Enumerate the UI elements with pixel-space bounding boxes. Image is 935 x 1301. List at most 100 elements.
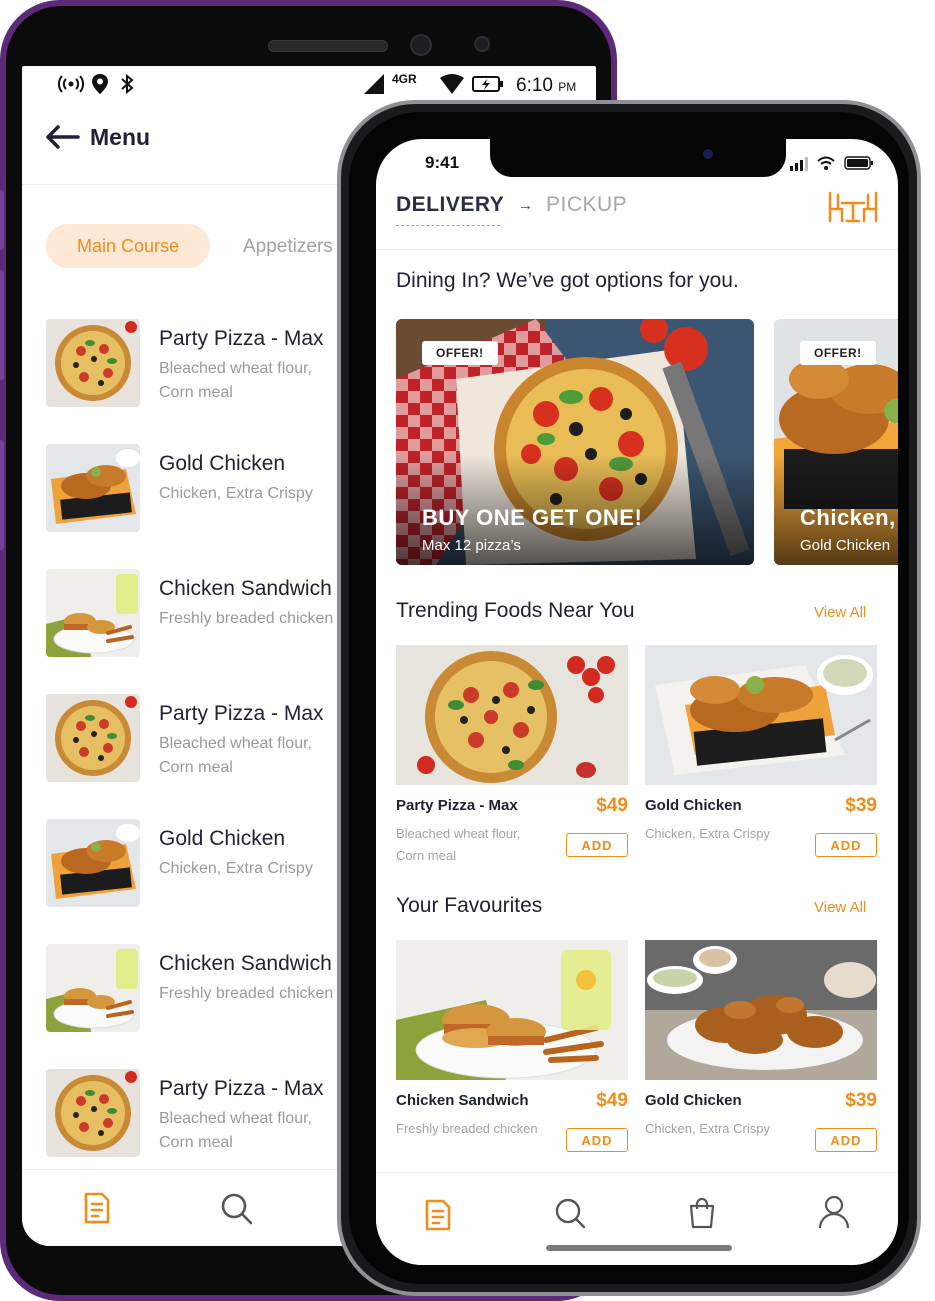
status-icons (790, 156, 873, 171)
food-name: Gold Chicken (645, 1092, 742, 1109)
item-name: Gold Chicken (159, 452, 286, 475)
add-button[interactable]: ADD (566, 1128, 628, 1152)
sensor (474, 36, 490, 52)
sandwich-thumbnail (46, 944, 140, 1032)
menu-icon[interactable] (424, 1199, 452, 1236)
food-price: $39 (845, 795, 877, 816)
bluetooth-icon (120, 73, 134, 99)
food-description: Chicken, Extra Crispy (645, 826, 770, 841)
add-button[interactable]: ADD (566, 833, 628, 857)
offer-card[interactable]: OFFER! Chicken, Gold Chicken (774, 319, 898, 565)
item-description: Freshly breaded chicken (159, 610, 334, 627)
offer-card[interactable]: OFFER! BUY ONE GET ONE! Max 12 pizza’s (396, 319, 754, 565)
signal-icon (364, 74, 386, 99)
network-type: 4GR (392, 72, 417, 86)
trending-title: Trending Foods Near You (396, 599, 635, 622)
sandwich-photo (396, 940, 628, 1080)
trending-view-all-link[interactable]: View All (814, 604, 866, 621)
add-button[interactable]: ADD (815, 833, 877, 857)
offer-subtitle: Gold Chicken (800, 537, 891, 554)
item-description: Chicken, Extra Crispy (159, 860, 313, 877)
food-price: $39 (845, 1090, 877, 1111)
item-name: Chicken Sandwich (159, 952, 332, 975)
tab-pickup[interactable]: PICKUP (546, 193, 627, 217)
battery-icon (472, 74, 504, 99)
bottom-nav (376, 1172, 898, 1265)
food-description: Bleached wheat flour, Corn meal (396, 826, 521, 863)
add-button[interactable]: ADD (815, 1128, 877, 1152)
food-card[interactable]: Party Pizza - Max $49 Bleached wheat flo… (396, 645, 628, 863)
favourites-title: Your Favourites (396, 894, 543, 917)
iphone-screen: 9:41 DELIVERY → PICKUP Dining In? We’ve … (376, 139, 898, 1265)
item-name: Party Pizza - Max (159, 702, 324, 725)
battery-icon (844, 156, 873, 170)
status-bar: 4GR 6:10 PM (22, 66, 596, 104)
bixby-button (0, 440, 4, 550)
back-arrow-icon[interactable] (44, 124, 80, 150)
dine-in-icon[interactable] (828, 191, 878, 225)
pizza-thumbnail (46, 319, 140, 407)
signal-icon (790, 157, 808, 171)
food-name: Party Pizza - Max (396, 797, 518, 814)
hotspot-icon (58, 74, 84, 99)
food-price: $49 (596, 1090, 628, 1111)
food-card[interactable]: Gold Chicken $39 Chicken, Extra Crispy A… (645, 940, 877, 1152)
page-title: Menu (90, 124, 151, 150)
food-card[interactable]: Gold Chicken $39 Chicken, Extra Crispy A… (645, 645, 877, 857)
offer-title: Chicken, (800, 505, 896, 530)
chicken-photo (645, 645, 877, 785)
clock: 9:41 (425, 153, 460, 172)
offer-subtitle: Max 12 pizza’s (422, 537, 521, 554)
pizza-photo (396, 645, 628, 785)
notch (490, 139, 786, 177)
item-description: Bleached wheat flour, Corn meal (159, 1110, 312, 1151)
iphone-device: 9:41 DELIVERY → PICKUP Dining In? We’ve … (337, 100, 921, 1296)
offer-badge: OFFER! (422, 341, 498, 365)
chip-main-course[interactable]: Main Course (46, 224, 210, 268)
bag-icon[interactable] (688, 1197, 716, 1234)
pizza-thumbnail (46, 694, 140, 782)
offer-badge: OFFER! (800, 341, 876, 365)
section-heading: Dining In? We’ve got options for you. (396, 269, 739, 292)
earpiece (268, 40, 388, 52)
food-card[interactable]: Chicken Sandwich $49 Freshly breaded chi… (396, 940, 628, 1152)
item-description: Bleached wheat flour, Corn meal (159, 735, 312, 776)
chip-appetizers[interactable]: Appetizers (243, 236, 333, 258)
food-name: Chicken Sandwich (396, 1092, 529, 1109)
item-name: Gold Chicken (159, 827, 286, 850)
pizza-thumbnail (46, 1069, 140, 1157)
item-name: Party Pizza - Max (159, 1077, 324, 1100)
chicken-thumbnail (46, 444, 140, 532)
front-camera (703, 149, 713, 159)
sandwich-thumbnail (46, 569, 140, 657)
food-price: $49 (596, 795, 628, 816)
menu-icon[interactable] (82, 1192, 112, 1229)
food-name: Gold Chicken (645, 797, 742, 814)
item-name: Party Pizza - Max (159, 327, 324, 350)
order-type-tabs: DELIVERY → PICKUP (376, 187, 898, 250)
volume-button (0, 270, 4, 380)
volume-button (0, 190, 4, 250)
tab-underline (396, 225, 500, 226)
profile-icon[interactable] (818, 1195, 850, 1234)
chicken-thumbnail (46, 819, 140, 907)
item-description: Freshly breaded chicken (159, 985, 334, 1002)
search-icon[interactable] (220, 1192, 254, 1231)
tab-delivery[interactable]: DELIVERY (396, 193, 504, 217)
location-icon (92, 74, 108, 99)
offer-title: BUY ONE GET ONE! (422, 505, 643, 530)
item-description: Bleached wheat flour, Corn meal (159, 360, 312, 401)
search-icon[interactable] (554, 1197, 586, 1234)
clock: 6:10 PM (516, 75, 577, 96)
home-indicator (546, 1245, 732, 1251)
arrow-right-icon: → (518, 197, 533, 214)
item-description: Chicken, Extra Crispy (159, 485, 313, 502)
food-description: Freshly breaded chicken (396, 1121, 538, 1136)
wifi-icon (440, 74, 464, 99)
front-camera (410, 34, 432, 56)
wifi-icon (817, 156, 835, 170)
fried-chicken-photo (645, 940, 877, 1080)
item-name: Chicken Sandwich (159, 577, 332, 600)
food-description: Chicken, Extra Crispy (645, 1121, 770, 1136)
favourites-view-all-link[interactable]: View All (814, 899, 866, 916)
